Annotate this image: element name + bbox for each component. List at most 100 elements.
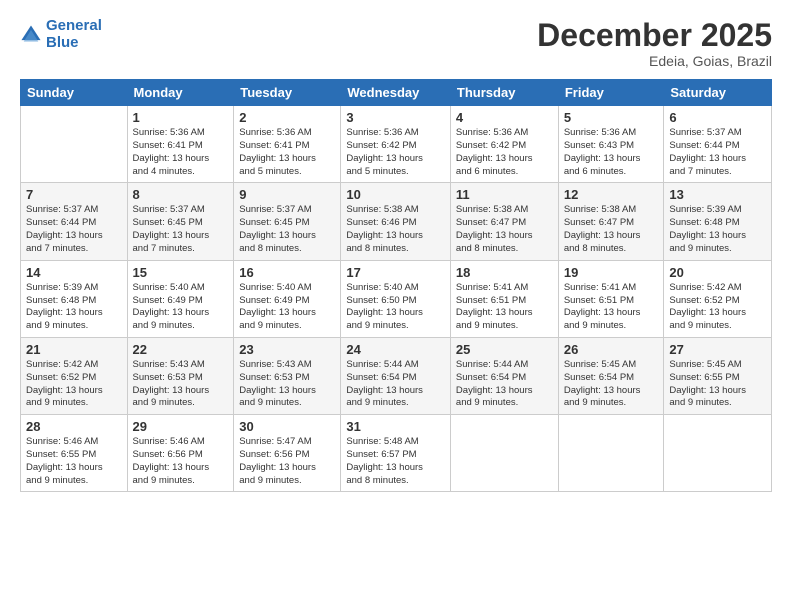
calendar-cell — [664, 415, 772, 492]
calendar-cell: 20 Sunrise: 5:42 AM Sunset: 6:52 PM Dayli… — [664, 260, 772, 337]
calendar-day-header: Wednesday — [341, 80, 451, 106]
day-number: 4 — [456, 110, 553, 125]
day-info: Sunrise: 5:40 AM Sunset: 6:49 PM Dayligh… — [133, 282, 229, 333]
calendar-cell: 8 Sunrise: 5:37 AM Sunset: 6:45 PM Daylig… — [127, 183, 234, 260]
calendar-cell: 23 Sunrise: 5:43 AM Sunset: 6:53 PM Dayli… — [234, 337, 341, 414]
logo-text: General Blue — [46, 18, 102, 51]
calendar-cell: 24Sunrise: 5:44 AM Sunset: 6:54 PM Dayli… — [341, 337, 451, 414]
day-number: 23 — [239, 342, 335, 357]
day-number: 24 — [346, 342, 445, 357]
day-info: Sunrise: 5:36 AM Sunset: 6:41 PM Dayligh… — [133, 127, 229, 178]
calendar-day-header: Friday — [558, 80, 664, 106]
day-info: Sunrise: 5:48 AM Sunset: 6:57 PM Dayligh… — [346, 436, 445, 487]
day-info: Sunrise: 5:43 AM Sunset: 6:53 PM Dayligh… — [133, 359, 229, 410]
page: General Blue December 2025 Edeia, Goias,… — [0, 0, 792, 612]
main-title: December 2025 — [537, 18, 772, 53]
calendar-cell: 3 Sunrise: 5:36 AM Sunset: 6:42 PM Daylig… — [341, 106, 451, 183]
day-info: Sunrise: 5:40 AM Sunset: 6:50 PM Dayligh… — [346, 282, 445, 333]
day-info: Sunrise: 5:40 AM Sunset: 6:49 PM Dayligh… — [239, 282, 335, 333]
day-info: Sunrise: 5:38 AM Sunset: 6:47 PM Dayligh… — [564, 204, 659, 255]
day-info: Sunrise: 5:47 AM Sunset: 6:56 PM Dayligh… — [239, 436, 335, 487]
calendar-cell: 10 Sunrise: 5:38 AM Sunset: 6:46 PM Dayli… — [341, 183, 451, 260]
day-number: 5 — [564, 110, 659, 125]
calendar-day-header: Monday — [127, 80, 234, 106]
calendar-week-row: 21 Sunrise: 5:42 AM Sunset: 6:52 PM Dayli… — [21, 337, 772, 414]
day-number: 21 — [26, 342, 122, 357]
day-number: 7 — [26, 187, 122, 202]
day-number: 1 — [133, 110, 229, 125]
day-number: 12 — [564, 187, 659, 202]
day-number: 8 — [133, 187, 229, 202]
sub-title: Edeia, Goias, Brazil — [537, 53, 772, 69]
calendar-cell: 26 Sunrise: 5:45 AM Sunset: 6:54 PM Dayli… — [558, 337, 664, 414]
day-info: Sunrise: 5:36 AM Sunset: 6:42 PM Dayligh… — [456, 127, 553, 178]
day-info: Sunrise: 5:45 AM Sunset: 6:54 PM Dayligh… — [564, 359, 659, 410]
day-info: Sunrise: 5:41 AM Sunset: 6:51 PM Dayligh… — [456, 282, 553, 333]
day-number: 31 — [346, 419, 445, 434]
logo: General Blue — [20, 18, 102, 51]
calendar-cell: 14 Sunrise: 5:39 AM Sunset: 6:48 PM Dayli… — [21, 260, 128, 337]
day-info: Sunrise: 5:45 AM Sunset: 6:55 PM Dayligh… — [669, 359, 766, 410]
day-info: Sunrise: 5:36 AM Sunset: 6:41 PM Dayligh… — [239, 127, 335, 178]
day-number: 3 — [346, 110, 445, 125]
day-number: 28 — [26, 419, 122, 434]
day-number: 27 — [669, 342, 766, 357]
title-block: December 2025 Edeia, Goias, Brazil — [537, 18, 772, 69]
calendar-week-row: 28 Sunrise: 5:46 AM Sunset: 6:55 PM Dayli… — [21, 415, 772, 492]
day-info: Sunrise: 5:38 AM Sunset: 6:46 PM Dayligh… — [346, 204, 445, 255]
calendar-week-row: 7 Sunrise: 5:37 AM Sunset: 6:44 PM Daylig… — [21, 183, 772, 260]
calendar-day-header: Thursday — [450, 80, 558, 106]
day-info: Sunrise: 5:42 AM Sunset: 6:52 PM Dayligh… — [669, 282, 766, 333]
day-info: Sunrise: 5:36 AM Sunset: 6:42 PM Dayligh… — [346, 127, 445, 178]
calendar-week-row: 14 Sunrise: 5:39 AM Sunset: 6:48 PM Dayli… — [21, 260, 772, 337]
calendar-cell — [450, 415, 558, 492]
calendar-cell: 7 Sunrise: 5:37 AM Sunset: 6:44 PM Daylig… — [21, 183, 128, 260]
calendar-cell: 28 Sunrise: 5:46 AM Sunset: 6:55 PM Dayli… — [21, 415, 128, 492]
day-number: 10 — [346, 187, 445, 202]
calendar-day-header: Sunday — [21, 80, 128, 106]
day-number: 9 — [239, 187, 335, 202]
calendar-header-row: SundayMondayTuesdayWednesdayThursdayFrid… — [21, 80, 772, 106]
calendar-cell: 31 Sunrise: 5:48 AM Sunset: 6:57 PM Dayli… — [341, 415, 451, 492]
calendar-cell: 9 Sunrise: 5:37 AM Sunset: 6:45 PM Daylig… — [234, 183, 341, 260]
calendar-cell: 18 Sunrise: 5:41 AM Sunset: 6:51 PM Dayli… — [450, 260, 558, 337]
day-number: 18 — [456, 265, 553, 280]
calendar-cell: 5 Sunrise: 5:36 AM Sunset: 6:43 PM Daylig… — [558, 106, 664, 183]
day-info: Sunrise: 5:42 AM Sunset: 6:52 PM Dayligh… — [26, 359, 122, 410]
day-number: 11 — [456, 187, 553, 202]
day-info: Sunrise: 5:46 AM Sunset: 6:56 PM Dayligh… — [133, 436, 229, 487]
calendar-cell: 21 Sunrise: 5:42 AM Sunset: 6:52 PM Dayli… — [21, 337, 128, 414]
day-number: 22 — [133, 342, 229, 357]
calendar-cell — [558, 415, 664, 492]
day-info: Sunrise: 5:43 AM Sunset: 6:53 PM Dayligh… — [239, 359, 335, 410]
day-info: Sunrise: 5:46 AM Sunset: 6:55 PM Dayligh… — [26, 436, 122, 487]
day-info: Sunrise: 5:37 AM Sunset: 6:44 PM Dayligh… — [26, 204, 122, 255]
day-number: 20 — [669, 265, 766, 280]
day-number: 30 — [239, 419, 335, 434]
day-info: Sunrise: 5:39 AM Sunset: 6:48 PM Dayligh… — [26, 282, 122, 333]
day-number: 19 — [564, 265, 659, 280]
day-info: Sunrise: 5:44 AM Sunset: 6:54 PM Dayligh… — [456, 359, 553, 410]
day-info: Sunrise: 5:36 AM Sunset: 6:43 PM Dayligh… — [564, 127, 659, 178]
day-number: 29 — [133, 419, 229, 434]
day-number: 6 — [669, 110, 766, 125]
calendar-cell: 19 Sunrise: 5:41 AM Sunset: 6:51 PM Dayli… — [558, 260, 664, 337]
day-number: 13 — [669, 187, 766, 202]
calendar-cell: 17Sunrise: 5:40 AM Sunset: 6:50 PM Dayli… — [341, 260, 451, 337]
day-info: Sunrise: 5:41 AM Sunset: 6:51 PM Dayligh… — [564, 282, 659, 333]
day-info: Sunrise: 5:37 AM Sunset: 6:45 PM Dayligh… — [133, 204, 229, 255]
calendar-cell: 22 Sunrise: 5:43 AM Sunset: 6:53 PM Dayli… — [127, 337, 234, 414]
calendar-day-header: Saturday — [664, 80, 772, 106]
calendar-cell: 25Sunrise: 5:44 AM Sunset: 6:54 PM Dayli… — [450, 337, 558, 414]
day-number: 16 — [239, 265, 335, 280]
calendar-cell: 13Sunrise: 5:39 AM Sunset: 6:48 PM Dayli… — [664, 183, 772, 260]
calendar-cell: 29 Sunrise: 5:46 AM Sunset: 6:56 PM Dayli… — [127, 415, 234, 492]
calendar-cell: 1 Sunrise: 5:36 AM Sunset: 6:41 PM Daylig… — [127, 106, 234, 183]
header: General Blue December 2025 Edeia, Goias,… — [20, 18, 772, 69]
calendar-cell: 16 Sunrise: 5:40 AM Sunset: 6:49 PM Dayli… — [234, 260, 341, 337]
day-number: 26 — [564, 342, 659, 357]
day-number: 14 — [26, 265, 122, 280]
logo-icon — [20, 24, 42, 46]
day-info: Sunrise: 5:37 AM Sunset: 6:45 PM Dayligh… — [239, 204, 335, 255]
calendar-cell: 15Sunrise: 5:40 AM Sunset: 6:49 PM Dayli… — [127, 260, 234, 337]
